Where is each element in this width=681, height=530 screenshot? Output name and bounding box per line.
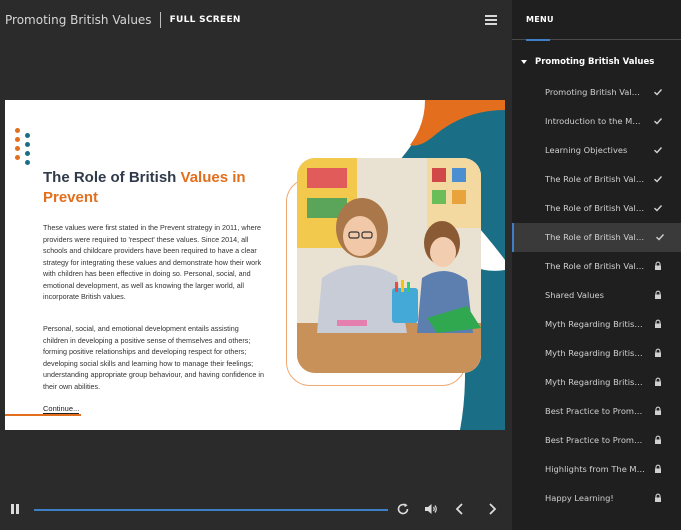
menu-item[interactable]: Learning Objectives: [512, 136, 681, 165]
lock-icon: [655, 377, 661, 386]
menu-item[interactable]: Promoting British Values: [512, 78, 681, 107]
slide-paragraph-2: Personal, social, and emotional developm…: [43, 324, 264, 391]
menu-item[interactable]: The Role of British Values: [512, 165, 681, 194]
menu-tab-underline: [526, 39, 550, 41]
menu-item[interactable]: Highlights from The Module: [512, 455, 681, 484]
menu-item-label: Learning Objectives: [545, 145, 628, 155]
menu-header: MENU: [512, 0, 681, 41]
slide-canvas: The Role of British Values in Prevent Th…: [5, 100, 505, 430]
side-menu: MENU Promoting British Values Promoting …: [512, 0, 681, 530]
app-window: Promoting British Values FULL SCREEN The…: [0, 0, 681, 530]
checkmark-icon: [654, 205, 663, 212]
dot-icon: [15, 146, 20, 151]
menu-item-label: Promoting British Values: [545, 87, 645, 97]
course-title: Promoting British Values: [5, 13, 152, 27]
menu-item[interactable]: Myth Regarding British Values: [512, 310, 681, 339]
previous-slide-icon[interactable]: [452, 501, 468, 517]
next-slide-icon[interactable]: [484, 501, 500, 517]
decorative-dots: [15, 128, 35, 168]
dot-icon: [15, 155, 20, 160]
menu-item-label: Myth Regarding British Values: [545, 348, 645, 358]
playbar: [0, 495, 512, 525]
pause-icon[interactable]: [11, 504, 19, 514]
volume-icon[interactable]: [423, 501, 439, 517]
menu-item-label: Myth Regarding British Values: [545, 377, 645, 387]
checkmark-icon: [654, 176, 663, 183]
slide-accent-line: [5, 414, 81, 416]
dot-icon: [25, 160, 30, 165]
checkmark-icon: [656, 234, 665, 241]
dot-icon: [25, 133, 30, 138]
continue-link[interactable]: Continue...: [43, 404, 80, 414]
menu-item-label: The Role of British Values: [545, 203, 645, 213]
dot-icon: [25, 151, 30, 156]
lock-icon: [655, 493, 661, 502]
menu-tab[interactable]: MENU: [526, 15, 554, 24]
menu-item[interactable]: Shared Values: [512, 281, 681, 310]
lock-icon: [655, 464, 661, 473]
slide-title: The Role of British Values in Prevent: [43, 168, 253, 208]
menu-item-label: Highlights from The Module: [545, 464, 645, 474]
menu-item[interactable]: Happy Learning!: [512, 484, 681, 513]
dot-icon: [15, 128, 20, 133]
classroom-illustration: [297, 158, 481, 373]
progress-bar[interactable]: [34, 509, 388, 511]
replay-icon[interactable]: [395, 501, 411, 517]
menu-item-label: The Role of British Values: [545, 261, 645, 271]
menu-item-label: Best Practice to Promote: [545, 435, 645, 445]
fullscreen-button[interactable]: FULL SCREEN: [170, 15, 241, 25]
checkmark-icon: [654, 89, 663, 96]
classroom-photo: [297, 158, 481, 373]
menu-item[interactable]: Best Practice to Promote: [512, 397, 681, 426]
checkmark-icon: [654, 118, 663, 125]
menu-item[interactable]: The Role of British Values: [512, 194, 681, 223]
dot-icon: [15, 137, 20, 142]
menu-section-title: Promoting British Values: [535, 57, 655, 67]
menu-item-label: Myth Regarding British Values: [545, 319, 645, 329]
menu-item[interactable]: Introduction to the Module: [512, 107, 681, 136]
lock-icon: [655, 406, 661, 415]
lock-icon: [655, 435, 661, 444]
title-divider: [159, 12, 161, 28]
menu-item[interactable]: The Role of British Values: [512, 223, 681, 252]
menu-item-label: The Role of British Values: [545, 174, 645, 184]
menu-item-label: Happy Learning!: [545, 493, 614, 503]
lock-icon: [655, 319, 661, 328]
menu-item-label: The Role of British Values: [545, 232, 645, 242]
caret-down-icon: [521, 60, 527, 64]
menu-item-label: Best Practice to Promote: [545, 406, 645, 416]
dot-icon: [25, 142, 30, 147]
lock-icon: [655, 348, 661, 357]
checkmark-icon: [654, 147, 663, 154]
lock-icon: [655, 290, 661, 299]
menu-item[interactable]: Myth Regarding British Values: [512, 339, 681, 368]
menu-item[interactable]: Best Practice to Promote: [512, 426, 681, 455]
menu-section-header[interactable]: Promoting British Values: [512, 52, 681, 72]
menu-item-label: Introduction to the Module: [545, 116, 645, 126]
menu-item[interactable]: Myth Regarding British Values: [512, 368, 681, 397]
menu-item-label: Shared Values: [545, 290, 604, 300]
slide-title-main: The Role of British: [43, 169, 181, 186]
hamburger-menu-icon[interactable]: [485, 15, 497, 25]
slide-paragraph-1: These values were first stated in the Pr…: [43, 223, 262, 301]
top-bar: Promoting British Values FULL SCREEN: [0, 0, 512, 40]
lock-icon: [655, 261, 661, 270]
menu-item[interactable]: The Role of British Values: [512, 252, 681, 281]
